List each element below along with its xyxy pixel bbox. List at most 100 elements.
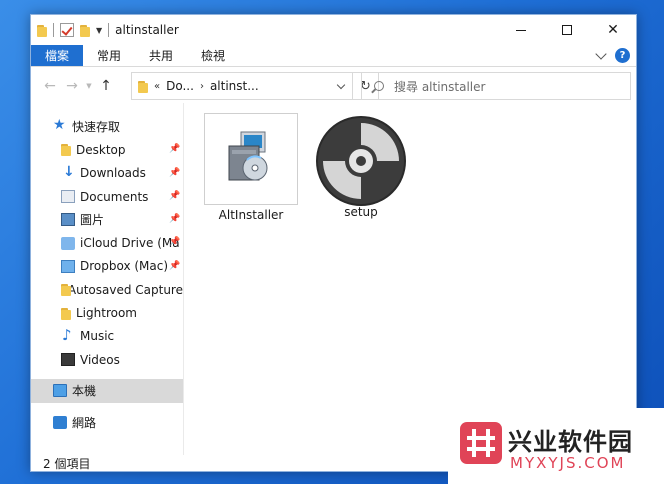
nav-item-pictures[interactable]: 圖片 📌 — [31, 208, 183, 231]
file-item-setup[interactable]: setup — [313, 113, 409, 219]
dropbox-icon — [61, 259, 75, 273]
pin-icon: 📌 — [169, 214, 181, 225]
quick-access-toolbar: ▼ — [31, 15, 110, 45]
explorer-window: ▼ altinstaller ✕ 檔案 常用 共用 檢視 ? ← → ▼ ↑ «… — [30, 14, 637, 472]
watermark: 兴业软件园 MYXYJS.COM — [448, 408, 664, 484]
address-bar[interactable]: « Do... › altinst... — [131, 72, 353, 100]
nav-this-pc[interactable]: 本機 — [31, 379, 183, 403]
up-icon[interactable]: ↑ — [95, 75, 117, 97]
icloud-icon — [61, 236, 75, 250]
folder-icon — [61, 143, 71, 157]
nav-quick-access[interactable]: 快速存取 — [31, 115, 183, 138]
pin-icon: 📌 — [169, 237, 181, 248]
nav-label: iCloud Drive (Ma — [80, 236, 180, 251]
document-icon — [61, 190, 75, 204]
ribbon-tabs: 檔案 常用 共用 檢視 ? — [31, 45, 636, 67]
nav-item-music[interactable]: Music — [31, 325, 183, 348]
download-icon — [61, 164, 75, 180]
folder-icon — [61, 307, 71, 320]
nav-item-lightroom[interactable]: Lightroom — [31, 301, 183, 324]
tab-file[interactable]: 檔案 — [31, 45, 84, 66]
back-icon[interactable]: ← — [39, 75, 61, 97]
nav-label: 快速存取 — [72, 120, 121, 135]
close-button[interactable]: ✕ — [590, 15, 636, 45]
nav-item-documents[interactable]: Documents 📌 — [31, 185, 183, 208]
overflow-chevron-icon[interactable]: « — [154, 81, 160, 92]
pictures-icon — [61, 213, 75, 227]
new-folder-icon[interactable] — [80, 24, 90, 37]
nav-label: Music — [80, 329, 115, 344]
nav-item-icloud[interactable]: iCloud Drive (Ma 📌 — [31, 231, 183, 254]
close-icon: ✕ — [607, 22, 619, 38]
nav-label: 圖片 — [80, 213, 105, 228]
status-bar-item-count: 2 個項目 — [43, 457, 91, 471]
installer-icon — [228, 131, 268, 181]
nav-item-autosaved-capture[interactable]: Autosaved Capture — [31, 278, 183, 301]
minimize-icon — [516, 29, 526, 31]
tab-view[interactable]: 檢視 — [187, 45, 239, 66]
network-icon — [53, 415, 67, 429]
nav-label: 網路 — [72, 415, 97, 430]
nav-label: Lightroom — [76, 306, 137, 321]
nav-label: Documents — [80, 189, 149, 204]
title-bar: ▼ altinstaller ✕ — [31, 15, 636, 45]
hash-logo-icon — [467, 429, 495, 457]
nav-item-videos[interactable]: Videos — [31, 348, 183, 371]
pin-icon: 📌 — [169, 190, 181, 201]
folder-icon — [138, 80, 148, 93]
search-placeholder: 搜尋 altinstaller — [394, 79, 486, 94]
nav-item-dropbox[interactable]: Dropbox (Mac) 📌 — [31, 255, 183, 278]
toolbar-separator — [108, 23, 110, 37]
file-name: setup — [344, 205, 378, 219]
breadcrumb-altinstaller[interactable]: altinst... — [210, 79, 259, 93]
file-name: AltInstaller — [218, 208, 284, 222]
watermark-brand-cn: 兴业软件园 — [508, 428, 633, 456]
music-icon — [61, 326, 75, 344]
nav-label: Autosaved Capture — [67, 282, 183, 297]
folder-icon — [61, 283, 71, 297]
nav-label: 本機 — [72, 384, 97, 399]
address-row: ← → ▼ ↑ « Do... › altinst... ↻ 搜尋 altins… — [31, 70, 636, 102]
ribbon-right-controls: ? — [595, 47, 630, 63]
toolbar-separator — [53, 23, 54, 37]
window-title: altinstaller — [115, 23, 179, 37]
forward-icon[interactable]: → — [61, 75, 83, 97]
customize-toolbar-caret-icon[interactable]: ▼ — [96, 26, 102, 35]
tab-home[interactable]: 常用 — [83, 45, 135, 66]
pane-divider[interactable] — [183, 103, 184, 455]
help-icon[interactable]: ? — [615, 48, 630, 63]
file-item-altinstaller[interactable]: AltInstaller — [204, 113, 298, 222]
breadcrumb-documents[interactable]: Do... — [166, 79, 194, 93]
minimize-button[interactable] — [498, 15, 544, 45]
expand-ribbon-icon[interactable] — [595, 47, 607, 60]
folder-icon — [37, 24, 47, 37]
nav-label: Downloads — [80, 166, 146, 181]
address-dropdown-icon[interactable] — [336, 80, 346, 90]
breadcrumb-separator-icon[interactable]: › — [200, 81, 204, 92]
navigation-pane: 快速存取 Desktop 📌 Downloads 📌 Documents 📌 圖… — [31, 115, 183, 445]
videos-icon — [61, 353, 75, 367]
pin-icon: 📌 — [169, 167, 181, 178]
recent-locations-icon[interactable]: ▼ — [83, 82, 95, 90]
maximize-icon — [562, 25, 572, 35]
nav-item-downloads[interactable]: Downloads 📌 — [31, 162, 183, 185]
computer-icon — [53, 384, 67, 398]
nav-item-desktop[interactable]: Desktop 📌 — [31, 138, 183, 161]
nav-label: Dropbox (Mac) — [80, 259, 169, 274]
search-input[interactable]: 搜尋 altinstaller — [361, 72, 631, 100]
tab-share[interactable]: 共用 — [135, 45, 187, 66]
nav-label: Desktop — [76, 142, 126, 157]
star-icon — [53, 117, 67, 133]
window-controls: ✕ — [498, 15, 636, 45]
nav-label: Videos — [80, 352, 120, 367]
properties-icon[interactable] — [60, 23, 74, 37]
search-icon — [374, 81, 384, 91]
pin-icon: 📌 — [169, 260, 181, 271]
watermark-brand-en: MYXYJS.COM — [510, 454, 626, 472]
maximize-button[interactable] — [544, 15, 590, 45]
nav-network[interactable]: 網路 — [31, 411, 183, 434]
disc-icon — [316, 116, 406, 206]
pin-icon: 📌 — [169, 144, 181, 155]
